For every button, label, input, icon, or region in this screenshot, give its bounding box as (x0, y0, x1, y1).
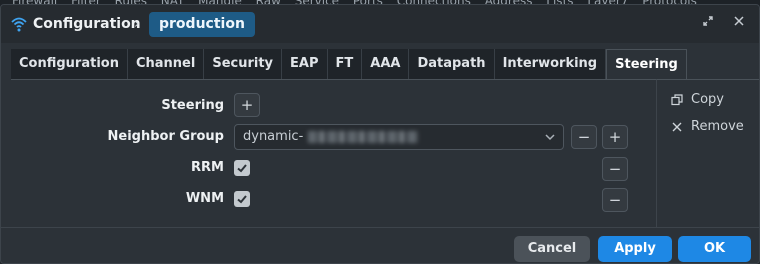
plus-icon: + (608, 128, 622, 146)
remove-wnm-button[interactable]: − (602, 188, 628, 212)
add-steering-button[interactable]: + (234, 93, 260, 117)
ok-button[interactable]: OK (678, 236, 751, 262)
close-icon (672, 122, 682, 131)
rrm-label: RRM (191, 160, 224, 175)
chevron-down-icon (545, 134, 555, 141)
remove-action[interactable]: Remove (671, 119, 744, 134)
tab-ft[interactable]: FT (327, 49, 363, 79)
remove-label: Remove (691, 119, 744, 134)
redacted-text (308, 131, 418, 143)
tab-eap[interactable]: EAP (282, 49, 328, 79)
wnm-checkbox[interactable] (234, 191, 250, 207)
plus-icon: + (240, 96, 254, 114)
dialog-footer: Cancel Apply OK (1, 227, 759, 263)
minus-icon: − (608, 160, 622, 178)
neighbor-group-label: Neighbor Group (107, 129, 224, 144)
cancel-button[interactable]: Cancel (514, 236, 590, 262)
close-icon (734, 16, 744, 26)
wnm-label: WNM (185, 191, 224, 206)
titlebar: Configuration › production (1, 5, 759, 43)
restore-icon (703, 16, 713, 26)
rrm-checkbox[interactable] (234, 160, 250, 176)
checkmark-icon (237, 195, 247, 204)
config-name-pill: production (149, 12, 255, 37)
steering-label: Steering (161, 98, 224, 113)
close-button[interactable] (730, 15, 748, 33)
tab-configuration[interactable]: Configuration (11, 49, 128, 79)
tab-security[interactable]: Security (204, 49, 283, 79)
tab-aaa[interactable]: AAA (362, 49, 410, 79)
restore-button[interactable] (699, 15, 717, 33)
tab-datapath[interactable]: Datapath (409, 49, 495, 79)
copy-icon (671, 93, 683, 105)
add-neighbor-group-button[interactable]: + (602, 125, 628, 149)
remove-rrm-button[interactable]: − (602, 157, 628, 181)
tab-steering[interactable]: Steering (606, 49, 687, 79)
tab-interworking[interactable]: Interworking (494, 49, 607, 79)
apply-button[interactable]: Apply (598, 236, 672, 262)
tab-bar: Configuration Channel Security EAP FT AA… (11, 49, 687, 79)
side-actions-panel: Copy Remove (657, 79, 759, 227)
minus-icon: − (608, 191, 622, 209)
minus-icon: − (577, 128, 591, 146)
neighbor-group-select[interactable]: dynamic- (234, 124, 564, 150)
breadcrumb-separator: › (134, 16, 140, 32)
copy-action[interactable]: Copy (671, 92, 724, 107)
tab-channel[interactable]: Channel (127, 49, 205, 79)
neighbor-group-value: dynamic- (243, 129, 304, 144)
copy-label: Copy (691, 92, 724, 107)
wifi-icon (11, 17, 27, 32)
checkmark-icon (237, 164, 247, 173)
remove-neighbor-group-button[interactable]: − (571, 125, 597, 149)
configuration-dialog: Configuration › production Configuration… (0, 4, 760, 264)
dialog-title: Configuration (33, 16, 141, 32)
